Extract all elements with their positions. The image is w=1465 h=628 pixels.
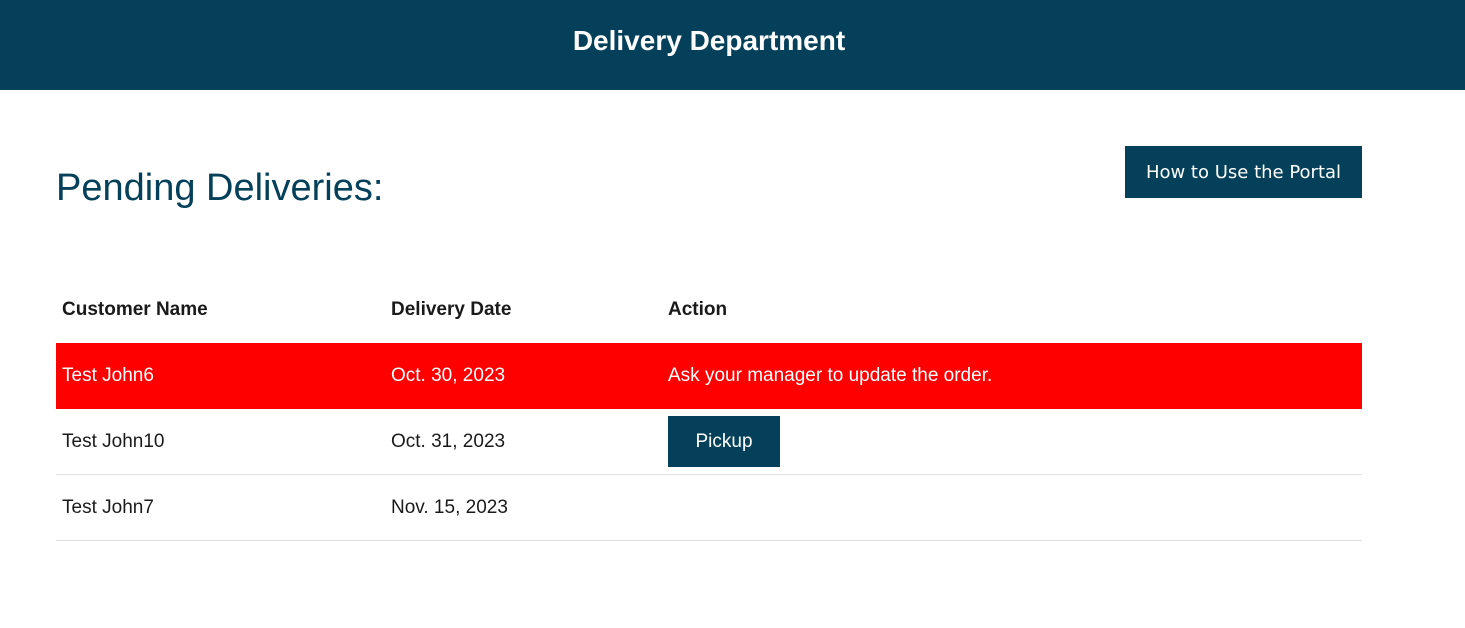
table-row: Test John6 Oct. 30, 2023 Ask your manage…	[56, 343, 1362, 409]
table-header-row: Customer Name Delivery Date Action	[56, 276, 1362, 343]
page-title: Pending Deliveries:	[56, 167, 384, 209]
header-title: Delivery Department	[572, 25, 846, 56]
column-header-customer-name: Customer Name	[62, 298, 208, 320]
how-to-use-portal-button[interactable]: How to Use the Portal	[1125, 146, 1362, 198]
delivery-date-cell: Oct. 30, 2023	[391, 365, 506, 386]
column-header-action: Action	[668, 298, 728, 320]
table-row: Test John10 Oct. 31, 2023 Pickup	[56, 409, 1362, 475]
top-header: Delivery Department	[0, 0, 1465, 90]
action-message: Ask your manager to update the order.	[668, 365, 993, 386]
customer-name-cell: Test John6	[62, 365, 154, 386]
customer-name-cell: Test John7	[62, 496, 154, 518]
delivery-date-cell: Nov. 15, 2023	[391, 496, 508, 518]
customer-name-cell: Test John10	[62, 430, 165, 452]
delivery-date-cell: Oct. 31, 2023	[391, 430, 506, 452]
pickup-button[interactable]: Pickup	[668, 416, 780, 467]
table-row: Test John7 Nov. 15, 2023	[56, 475, 1362, 541]
action-cell: Pickup	[668, 409, 780, 474]
column-header-delivery-date: Delivery Date	[391, 298, 512, 320]
deliveries-table: Customer Name Delivery Date Action Test …	[56, 276, 1362, 541]
